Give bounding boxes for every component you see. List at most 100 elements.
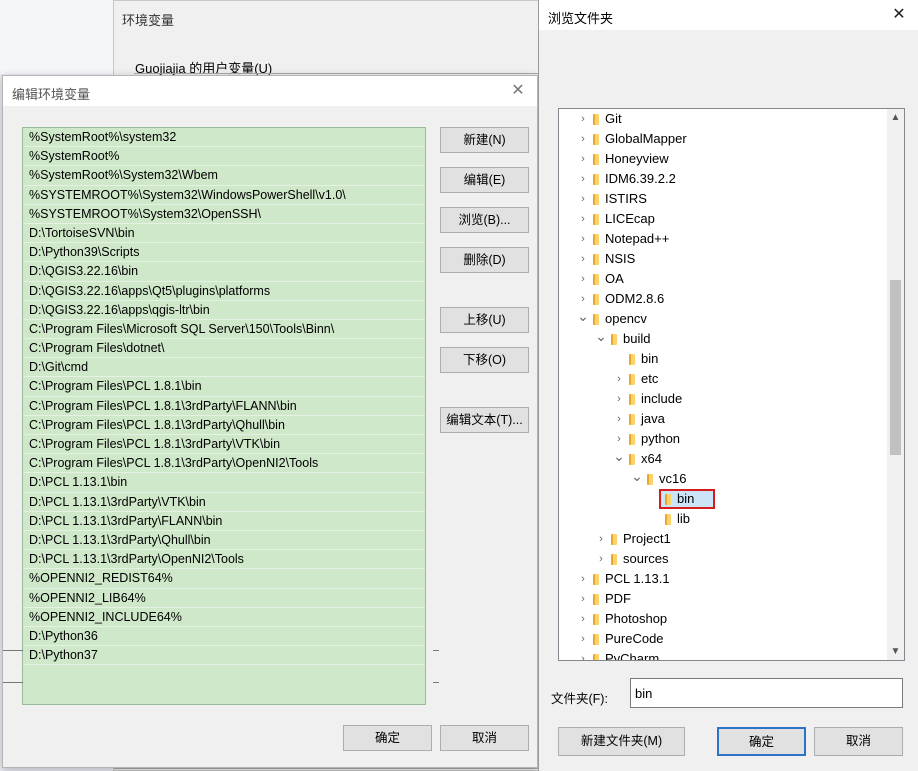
scroll-down-icon[interactable]: ▼ <box>887 643 904 660</box>
tree-item[interactable]: › GlobalMapper <box>559 129 889 149</box>
path-list-item[interactable]: %SYSTEMROOT%\System32\WindowsPowerShell\… <box>23 186 425 205</box>
tree-item[interactable]: › PCL 1.13.1 <box>559 569 889 589</box>
tree-item[interactable]: › PureCode <box>559 629 889 649</box>
tree-scrollbar[interactable]: ▲ ▼ <box>887 109 904 660</box>
path-list-item[interactable]: %SystemRoot% <box>23 147 425 167</box>
new-button[interactable]: 新建(N) <box>440 127 529 153</box>
chevron-right-icon[interactable]: › <box>577 249 589 269</box>
tree-item[interactable]: › Notepad++ <box>559 229 889 249</box>
chevron-right-icon[interactable]: › <box>577 209 589 229</box>
chevron-right-icon[interactable]: › <box>613 369 625 389</box>
new-folder-button[interactable]: 新建文件夹(M) <box>558 727 685 756</box>
chevron-right-icon[interactable]: › <box>595 549 607 569</box>
browse-button[interactable]: 浏览(B)... <box>440 207 529 233</box>
chevron-right-icon[interactable]: › <box>613 389 625 409</box>
scroll-up-icon[interactable]: ▲ <box>887 109 904 126</box>
chevron-down-icon[interactable]: ⌄ <box>631 466 643 486</box>
chevron-right-icon[interactable]: › <box>577 109 589 129</box>
folder-tree[interactable]: › Git › GlobalMapper › Honeyview › IDM6.39.2.2 ›… <box>558 108 905 661</box>
chevron-right-icon[interactable]: › <box>577 189 589 209</box>
tree-item[interactable]: › include <box>559 389 889 409</box>
path-list-item[interactable]: C:\Program Files\dotnet\ <box>23 339 425 359</box>
chevron-down-icon[interactable]: ⌄ <box>595 326 607 346</box>
chevron-right-icon[interactable]: › <box>577 569 589 589</box>
path-list[interactable]: %SystemRoot%\system32 %SystemRoot% %System… <box>22 127 426 705</box>
tree-item[interactable]: › Photoshop <box>559 609 889 629</box>
path-list-item[interactable]: D:\Git\cmd <box>23 358 425 378</box>
tree-item[interactable]: › sources <box>559 549 889 569</box>
chevron-right-icon[interactable]: › <box>577 269 589 289</box>
path-list-item[interactable]: D:\Python36 <box>23 627 425 647</box>
tree-item[interactable]: › IDM6.39.2.2 <box>559 169 889 189</box>
tree-item[interactable]: bin <box>559 349 889 369</box>
chevron-right-icon[interactable]: › <box>577 169 589 189</box>
path-list-item[interactable]: %OPENNI2_REDIST64% <box>23 569 425 589</box>
tree-item[interactable]: › etc <box>559 369 889 389</box>
chevron-right-icon[interactable]: › <box>577 229 589 249</box>
chevron-right-icon[interactable]: › <box>595 529 607 549</box>
path-list-item[interactable]: %OPENNI2_INCLUDE64% <box>23 608 425 627</box>
path-list-item[interactable]: D:\Python39\Scripts <box>23 243 425 263</box>
path-list-item[interactable]: D:\PCL 1.13.1\3rdParty\VTK\bin <box>23 493 425 512</box>
tree-item[interactable]: › java <box>559 409 889 429</box>
path-list-item[interactable]: C:\Program Files\PCL 1.8.1\3rdParty\Qhul… <box>23 416 425 435</box>
path-list-item[interactable]: C:\Program Files\PCL 1.8.1\3rdParty\Open… <box>23 454 425 474</box>
close-icon[interactable]: ✕ <box>503 78 533 104</box>
ok-button[interactable]: 确定 <box>343 725 432 751</box>
path-list-item[interactable]: D:\PCL 1.13.1\3rdParty\Qhull\bin <box>23 531 425 551</box>
scroll-thumb[interactable] <box>890 280 901 455</box>
edit-text-button[interactable]: 编辑文本(T)... <box>440 407 529 433</box>
chevron-right-icon[interactable]: › <box>577 609 589 629</box>
chevron-right-icon[interactable]: › <box>577 649 589 660</box>
close-icon[interactable]: ✕ <box>884 2 914 28</box>
tree-item[interactable]: › ISTIRS <box>559 189 889 209</box>
chevron-right-icon[interactable]: › <box>577 129 589 149</box>
tree-item[interactable]: › OA <box>559 269 889 289</box>
tree-item[interactable]: › LICEcap <box>559 209 889 229</box>
path-list-item[interactable]: C:\Program Files\PCL 1.8.1\3rdParty\VTK\… <box>23 435 425 455</box>
path-list-item[interactable]: D:\QGIS3.22.16\bin <box>23 262 425 282</box>
path-list-item[interactable]: C:\Program Files\Microsoft SQL Server\15… <box>23 320 425 340</box>
path-list-item[interactable]: D:\Python37 <box>23 646 425 666</box>
path-list-item[interactable]: D:\PCL 1.13.1\3rdParty\FLANN\bin <box>23 512 425 531</box>
tree-item[interactable]: bin <box>559 489 889 509</box>
folder-input[interactable] <box>630 678 903 708</box>
chevron-down-icon[interactable]: ⌄ <box>577 306 589 326</box>
tree-item[interactable]: lib <box>559 509 889 529</box>
chevron-right-icon[interactable]: › <box>577 149 589 169</box>
cancel-button[interactable]: 取消 <box>814 727 903 756</box>
tree-item[interactable]: › python <box>559 429 889 449</box>
path-list-item[interactable]: %OPENNI2_LIB64% <box>23 589 425 608</box>
path-list-item[interactable]: C:\Program Files\PCL 1.8.1\bin <box>23 377 425 397</box>
path-list-item[interactable]: D:\PCL 1.13.1\3rdParty\OpenNI2\Tools <box>23 550 425 570</box>
move-down-button[interactable]: 下移(O) <box>440 347 529 373</box>
tree-item[interactable]: › Project1 <box>559 529 889 549</box>
path-list-item[interactable]: %SystemRoot%\system32 <box>23 128 425 148</box>
tree-item[interactable]: ⌄ build <box>559 326 889 349</box>
tree-item[interactable]: › ODM2.8.6 <box>559 289 889 309</box>
path-list-item[interactable]: %SystemRoot%\System32\Wbem <box>23 166 425 186</box>
tree-item[interactable]: › NSIS <box>559 249 889 269</box>
edit-button[interactable]: 编辑(E) <box>440 167 529 193</box>
tree-item[interactable]: ⌄ opencv <box>559 306 889 329</box>
path-list-item[interactable]: D:\TortoiseSVN\bin <box>23 224 425 244</box>
path-list-item[interactable]: D:\QGIS3.22.16\apps\Qt5\plugins\platform… <box>23 282 425 301</box>
chevron-right-icon[interactable]: › <box>577 629 589 649</box>
move-up-button[interactable]: 上移(U) <box>440 307 529 333</box>
chevron-right-icon[interactable]: › <box>613 409 625 429</box>
path-list-item[interactable]: C:\Program Files\PCL 1.8.1\3rdParty\FLAN… <box>23 397 425 416</box>
tree-item[interactable]: ⌄ x64 <box>559 446 889 469</box>
path-list-item[interactable]: D:\QGIS3.22.16\apps\qgis-ltr\bin <box>23 301 425 320</box>
cancel-button[interactable]: 取消 <box>440 725 529 751</box>
path-list-item[interactable]: %SYSTEMROOT%\System32\OpenSSH\ <box>23 205 425 224</box>
chevron-right-icon[interactable]: › <box>577 589 589 609</box>
tree-item[interactable]: ⌄ vc16 <box>559 466 889 489</box>
delete-button[interactable]: 删除(D) <box>440 247 529 273</box>
ok-button[interactable]: 确定 <box>717 727 806 756</box>
tree-item[interactable]: › Honeyview <box>559 149 889 169</box>
chevron-down-icon[interactable]: ⌄ <box>613 446 625 466</box>
tree-item[interactable]: › Git <box>559 109 889 129</box>
path-list-item[interactable]: D:\PCL 1.13.1\bin <box>23 473 425 493</box>
tree-item[interactable]: › PDF <box>559 589 889 609</box>
tree-item[interactable]: › PyCharm <box>559 649 889 660</box>
